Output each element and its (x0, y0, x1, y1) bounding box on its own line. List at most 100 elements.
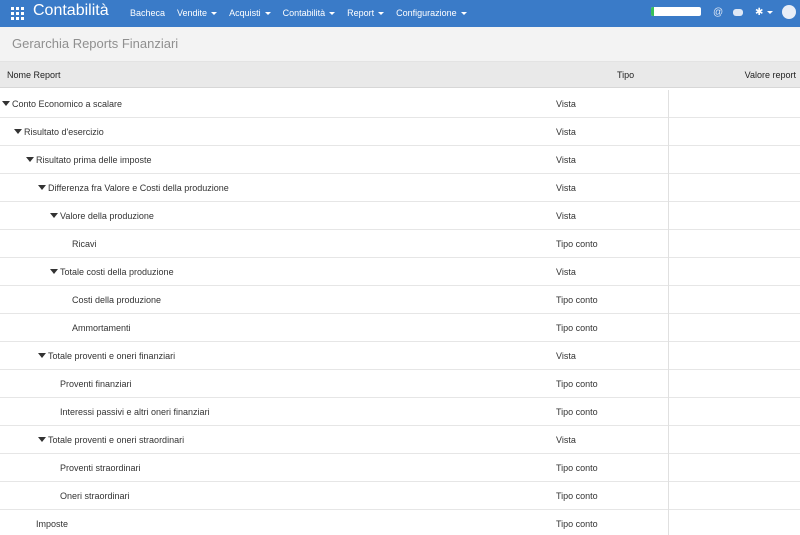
menu-item[interactable]: Configurazione (396, 8, 467, 18)
row-name: Imposte (36, 518, 69, 529)
expand-triangle-icon[interactable] (2, 101, 10, 106)
table-row[interactable]: Ammortamenti Tipo conto (0, 314, 800, 342)
row-name: Differenza fra Valore e Costi della prod… (48, 182, 229, 193)
row-name: Totale proventi e oneri straordinari (48, 434, 185, 445)
expand-triangle-icon[interactable] (38, 437, 46, 442)
menu-item[interactable]: Acquisti (229, 8, 271, 18)
column-header-value[interactable]: Valore report (745, 70, 796, 80)
chevron-down-icon (211, 11, 218, 15)
menu-item[interactable]: Contabilità (283, 8, 336, 18)
settings-menu[interactable]: ✱ (755, 7, 774, 18)
row-name-cell: Imposte (36, 510, 68, 535)
menu-item[interactable]: Vendite (177, 8, 218, 18)
row-name-cell: Proventi straordinari (60, 454, 141, 481)
row-type: Tipo conto (556, 378, 598, 389)
table-row[interactable]: Imposte Tipo conto (0, 510, 800, 535)
chevron-down-icon (460, 11, 467, 15)
row-name-cell: Totale proventi e oneri finanziari (38, 342, 175, 369)
row-name-cell: Risultato prima delle imposte (26, 146, 152, 173)
row-name: Ricavi (72, 238, 97, 249)
avatar[interactable] (782, 5, 796, 19)
row-name: Proventi straordinari (60, 462, 141, 473)
menu-item-label: Report (347, 8, 375, 18)
top-navbar: Contabilità Bacheca Vendite Acquisti Contab… (0, 0, 800, 27)
expand-triangle-icon[interactable] (38, 185, 46, 190)
row-name-cell: Risultato d'esercizio (14, 118, 104, 145)
row-type: Tipo conto (556, 462, 598, 473)
report-tree-table: Conto Economico a scalare Vista Risultato … (0, 90, 800, 535)
chevron-down-icon (329, 11, 336, 15)
row-type: Tipo conto (556, 294, 598, 305)
menu-item[interactable]: Bacheca (130, 8, 165, 18)
row-type: Tipo conto (556, 238, 598, 249)
row-name: Ammortamenti (72, 322, 131, 333)
chat-icon[interactable] (733, 9, 743, 16)
row-name: Risultato d'esercizio (24, 126, 104, 137)
page-title: Gerarchia Reports Finanziari (12, 36, 179, 51)
menu-item[interactable]: Report (347, 8, 385, 18)
menu-item-label: Acquisti (229, 8, 261, 18)
status-indicator[interactable] (651, 7, 701, 16)
table-row[interactable]: Conto Economico a scalare Vista (0, 90, 800, 118)
menu-item-label: Configurazione (396, 8, 457, 18)
apps-grid-icon[interactable] (11, 7, 24, 20)
row-type: Tipo conto (556, 518, 598, 529)
row-name: Interessi passivi e altri oneri finanzia… (60, 406, 210, 417)
row-name-cell: Differenza fra Valore e Costi della prod… (38, 174, 229, 201)
row-type: Tipo conto (556, 406, 598, 417)
row-name: Conto Economico a scalare (12, 98, 123, 109)
table-row[interactable]: Ricavi Tipo conto (0, 230, 800, 258)
table-row[interactable]: Totale costi della produzione Vista (0, 258, 800, 286)
expand-triangle-icon[interactable] (50, 213, 58, 218)
row-name-cell: Ricavi (72, 230, 97, 257)
chevron-down-icon (767, 11, 774, 14)
row-type: Vista (556, 210, 576, 221)
row-name-cell: Oneri straordinari (60, 482, 130, 509)
row-name-cell: Costi della produzione (72, 286, 161, 313)
expand-triangle-icon[interactable] (38, 353, 46, 358)
row-type: Tipo conto (556, 490, 598, 501)
table-row[interactable]: Interessi passivi e altri oneri finanzia… (0, 398, 800, 426)
breadcrumb: Gerarchia Reports Finanziari (0, 27, 800, 62)
table-row[interactable]: Totale proventi e oneri straordinari Vist… (0, 426, 800, 454)
table-header: Nome Report Tipo Valore report (0, 62, 800, 88)
menu-item-label: Bacheca (130, 8, 166, 18)
row-type: Vista (556, 98, 576, 109)
table-row[interactable]: Risultato prima delle imposte Vista (0, 146, 800, 174)
table-row[interactable]: Valore della produzione Vista (0, 202, 800, 230)
row-name: Totale costi della produzione (60, 266, 174, 277)
column-divider (668, 90, 669, 535)
expand-triangle-icon[interactable] (50, 269, 58, 274)
row-name: Oneri straordinari (60, 490, 130, 501)
table-row[interactable]: Risultato d'esercizio Vista (0, 118, 800, 146)
row-type: Vista (556, 154, 576, 165)
table-row[interactable]: Costi della produzione Tipo conto (0, 286, 800, 314)
row-type: Vista (556, 350, 576, 361)
row-name: Totale proventi e oneri finanziari (48, 350, 176, 361)
row-name-cell: Proventi finanziari (60, 370, 132, 397)
main-menu: Bacheca Vendite Acquisti Contabilità Report C… (130, 8, 479, 18)
table-row[interactable]: Totale proventi e oneri finanziari Vista (0, 342, 800, 370)
row-type: Vista (556, 126, 576, 137)
menu-item-label: Contabilità (282, 8, 326, 18)
row-name: Costi della produzione (72, 294, 162, 305)
column-header-type[interactable]: Tipo (617, 70, 634, 80)
row-name-cell: Interessi passivi e altri oneri finanzia… (60, 398, 210, 425)
app-title[interactable]: Contabilità (33, 2, 109, 20)
expand-triangle-icon[interactable] (14, 129, 22, 134)
expand-triangle-icon[interactable] (26, 157, 34, 162)
at-sign-icon[interactable]: @ (713, 7, 723, 19)
table-row[interactable]: Differenza fra Valore e Costi della prod… (0, 174, 800, 202)
row-name: Proventi finanziari (60, 378, 132, 389)
table-row[interactable]: Proventi finanziari Tipo conto (0, 370, 800, 398)
table-row[interactable]: Proventi straordinari Tipo conto (0, 454, 800, 482)
chevron-down-icon (378, 11, 385, 15)
row-name-cell: Ammortamenti (72, 314, 131, 341)
column-header-name[interactable]: Nome Report (7, 70, 61, 80)
row-type: Tipo conto (556, 322, 598, 333)
chevron-down-icon (264, 11, 271, 15)
menu-item-label: Vendite (177, 8, 208, 18)
row-name-cell: Totale costi della produzione (50, 258, 174, 285)
row-name-cell: Conto Economico a scalare (2, 90, 122, 117)
table-row[interactable]: Oneri straordinari Tipo conto (0, 482, 800, 510)
